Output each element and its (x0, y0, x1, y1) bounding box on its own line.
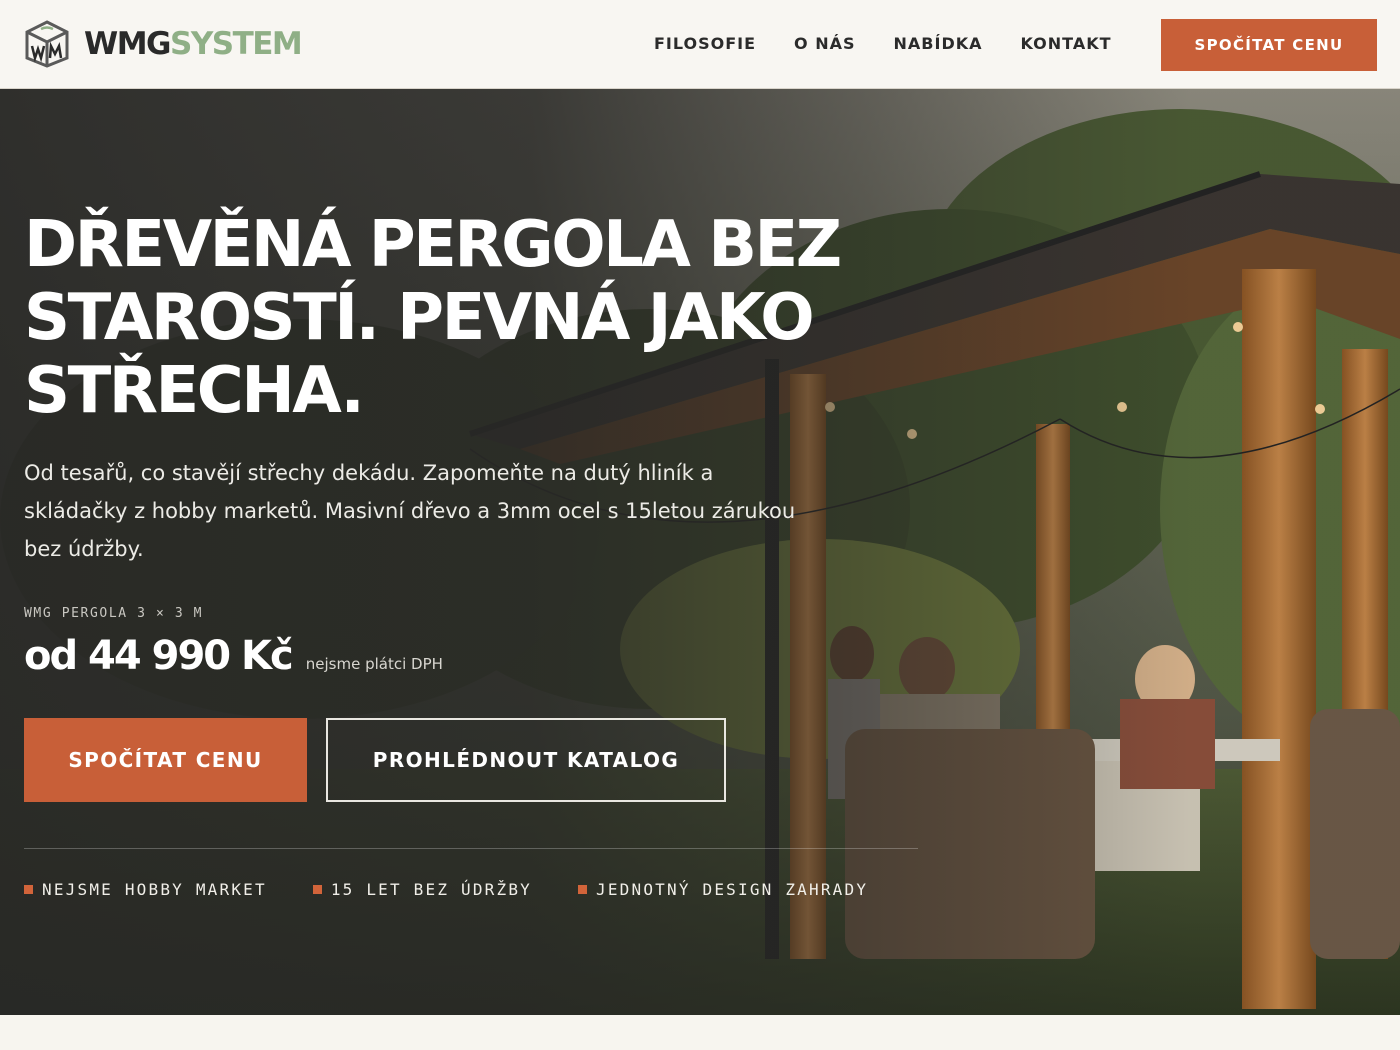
price-value: od 44 990 Kč (24, 633, 294, 679)
square-bullet-icon (24, 885, 33, 894)
main-nav: FILOSOFIE O NÁS NABÍDKA KONTAKT (654, 34, 1150, 54)
feature-label: NEJSME HOBBY MARKET (42, 880, 267, 899)
logo-wordmark: WMGSYSTEM (84, 25, 303, 62)
feature-label: 15 LET BEZ ÚDRŽBY (330, 880, 532, 899)
next-section-edge (0, 1015, 1400, 1050)
nav-link-nabidka[interactable]: NABÍDKA (894, 34, 983, 54)
logo-text-system: SYSTEM (170, 25, 303, 62)
browse-catalog-button[interactable]: PROHLÉDNOUT KATALOG (326, 718, 726, 802)
square-bullet-icon (312, 885, 322, 894)
header-calculate-price-button[interactable]: SPOČÍTAT CENU (1161, 19, 1377, 71)
feature-item: JEDNOTNÝ DESIGN ZAHRADY (578, 880, 868, 899)
hero-divider (24, 848, 918, 849)
wmg-logo-icon (25, 20, 69, 68)
hero-headline: DŘEVĚNÁ PERGOLA BEZ STAROSTÍ. PEVNÁ JAKO… (24, 208, 842, 428)
nav-link-o-nas[interactable]: O NÁS (794, 34, 855, 54)
feature-item: 15 LET BEZ ÚDRŽBY (312, 880, 532, 899)
site-header: WMGSYSTEM FILOSOFIE O NÁS NABÍDKA KONTAK… (0, 0, 1400, 89)
product-caption: WMG PERGOLA 3 × 3 M (24, 606, 204, 621)
logo[interactable]: WMGSYSTEM (23, 20, 303, 68)
feature-label: JEDNOTNÝ DESIGN ZAHRADY (596, 880, 869, 899)
calculate-price-button[interactable]: SPOČÍTAT CENU (24, 718, 307, 802)
nav-link-kontakt[interactable]: KONTAKT (1021, 34, 1112, 54)
logo-text-wmg: WMG (84, 25, 172, 62)
nav-link-filosofie[interactable]: FILOSOFIE (654, 34, 756, 54)
feature-item: NEJSME HOBBY MARKET (24, 880, 267, 899)
feature-list: NEJSME HOBBY MARKET 15 LET BEZ ÚDRŽBY JE… (24, 880, 914, 899)
price-row: od 44 990 Kč nejsme plátci DPH (24, 633, 443, 679)
square-bullet-icon (578, 885, 587, 894)
hero-section: DŘEVĚNÁ PERGOLA BEZ STAROSTÍ. PEVNÁ JAKO… (0, 89, 1400, 1015)
hero-lead-text: Od tesařů, co stavějí střechy dekádu. Za… (24, 461, 796, 561)
vat-note: nejsme plátci DPH (305, 655, 443, 673)
